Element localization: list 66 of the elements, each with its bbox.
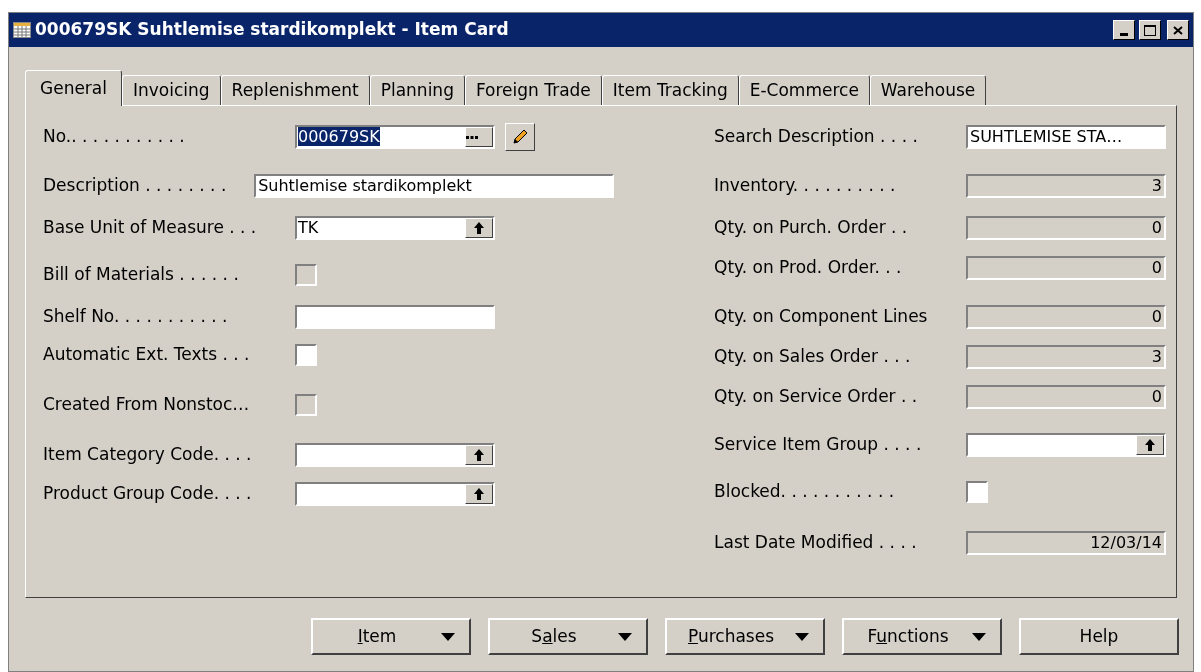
minimize-button[interactable]	[1113, 20, 1135, 40]
tab[interactable]: Planning	[369, 75, 465, 105]
text-field[interactable]: Suhtlemise stardikomplekt	[254, 174, 614, 198]
checkbox[interactable]	[966, 481, 988, 503]
dropdown-field[interactable]	[295, 482, 495, 506]
field-label: Last Date Modified . . . .	[714, 531, 918, 555]
tab[interactable]: Item Tracking	[601, 75, 739, 105]
dropdown-field[interactable]	[966, 433, 1166, 457]
text-field[interactable]	[295, 305, 495, 329]
field-label: Description . . . . . . . .	[43, 174, 228, 198]
pencil-icon	[511, 128, 529, 146]
dropdown-arrow-icon	[441, 632, 455, 641]
up-arrow-icon	[474, 488, 484, 500]
maximize-button[interactable]	[1139, 20, 1161, 40]
field-label: Blocked. . . . . . . . . . .	[714, 480, 896, 504]
tab[interactable]: General	[25, 70, 122, 106]
ellipsis-icon	[466, 135, 478, 139]
up-arrow-icon	[474, 449, 484, 461]
lookup-button[interactable]	[465, 484, 493, 504]
lookup-button[interactable]	[465, 445, 493, 465]
menu-button[interactable]: Sales	[488, 618, 648, 655]
up-arrow-icon	[1145, 439, 1155, 451]
table-icon	[13, 22, 31, 38]
dropdown-field[interactable]: TK	[295, 216, 495, 240]
checkbox[interactable]	[295, 344, 317, 366]
edit-button[interactable]	[505, 123, 535, 151]
field-label: Shelf No. . . . . . . . . . .	[43, 305, 229, 329]
field-label: Qty. on Component Lines	[714, 305, 929, 329]
field-label: Qty. on Sales Order . . .	[714, 345, 912, 369]
field-label: Search Description . . . .	[714, 125, 919, 149]
up-arrow-icon	[474, 222, 484, 234]
field-label: Qty. on Purch. Order . .	[714, 216, 909, 240]
menu-button[interactable]: Item	[311, 618, 471, 655]
close-button[interactable]	[1167, 20, 1189, 40]
tab[interactable]: Replenishment	[220, 75, 370, 105]
field-label: Created From Nonstoc…	[43, 393, 251, 417]
window-title: 000679SK Suhtlemise stardikomplekt - Item Card	[35, 18, 509, 42]
tab[interactable]: Warehouse	[869, 75, 987, 105]
minimize-icon	[1120, 33, 1128, 36]
field-label: Product Group Code. . . .	[43, 482, 253, 506]
assist-button[interactable]	[465, 127, 493, 147]
text-field[interactable]: SUHTLEMISE STA…	[966, 125, 1166, 149]
field-label: Qty. on Prod. Order. . .	[714, 256, 903, 280]
menu-button[interactable]: Functions	[842, 618, 1002, 655]
field-label: Bill of Materials . . . . . .	[43, 263, 240, 287]
lookup-button[interactable]	[1136, 435, 1164, 455]
lookup-button[interactable]	[465, 218, 493, 238]
dropdown-arrow-icon	[795, 632, 809, 641]
menu-button[interactable]: Purchases	[665, 618, 825, 655]
tab[interactable]: Invoicing	[122, 75, 221, 105]
field-label: Item Category Code. . . .	[43, 443, 253, 467]
number-field[interactable]: 000679SK	[295, 125, 495, 149]
dropdown-field[interactable]	[295, 443, 495, 467]
menu-button[interactable]: Help	[1019, 618, 1179, 655]
field-label: Inventory. . . . . . . . . .	[714, 174, 897, 198]
close-icon	[1173, 25, 1183, 35]
maximize-icon	[1144, 24, 1156, 36]
tab[interactable]: Foreign Trade	[464, 75, 602, 105]
field-label: Automatic Ext. Texts . . .	[43, 343, 251, 367]
dropdown-arrow-icon	[618, 632, 632, 641]
dropdown-arrow-icon	[972, 632, 986, 641]
field-label: No.. . . . . . . . . . .	[43, 125, 186, 149]
tab[interactable]: E-Commerce	[738, 75, 870, 105]
field-label: Base Unit of Measure . . .	[43, 216, 258, 240]
field-label: Qty. on Service Order . .	[714, 385, 919, 409]
field-label: Service Item Group . . . .	[714, 433, 923, 457]
